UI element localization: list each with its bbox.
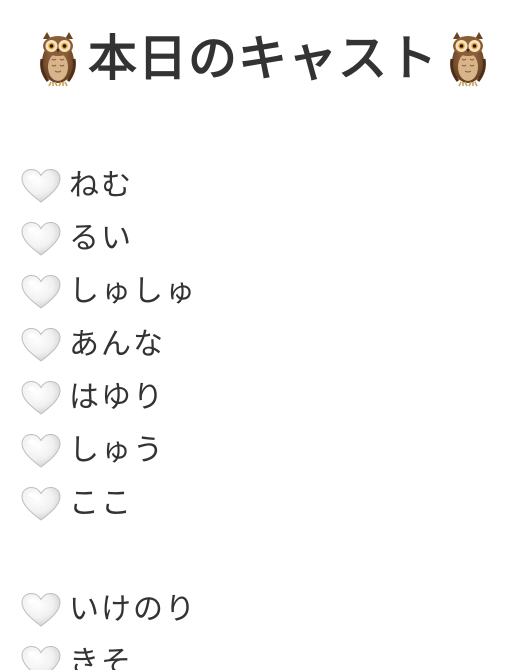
white-heart-icon: [21, 168, 61, 204]
cast-list-item: きそ: [21, 641, 133, 670]
cast-name: るい: [69, 221, 133, 256]
cast-list-item: はゆり: [21, 376, 165, 420]
cast-list-item: ねむ: [21, 164, 133, 208]
owl-icon: [448, 29, 488, 87]
cast-list-item: しゅう: [21, 429, 165, 473]
cast-name: しゅしゅ: [69, 274, 197, 309]
cast-name: しゅう: [69, 433, 165, 468]
cast-name: ねむ: [69, 168, 133, 203]
cast-list-item: いけのり: [21, 588, 197, 632]
cast-list-item: ここ: [21, 482, 133, 526]
white-heart-icon: [21, 327, 61, 363]
white-heart-icon: [21, 221, 61, 257]
cast-name: いけのり: [69, 592, 197, 627]
owl-icon: [38, 29, 78, 87]
cast-name: ここ: [69, 486, 133, 521]
white-heart-icon: [21, 274, 61, 310]
page-header: 本日のキャスト: [0, 26, 526, 90]
cast-name: はゆり: [69, 380, 165, 415]
cast-list-item: しゅしゅ: [21, 270, 197, 314]
white-heart-icon: [21, 645, 61, 670]
cast-name: あんな: [69, 327, 165, 362]
white-heart-icon: [21, 486, 61, 522]
cast-name: きそ: [69, 645, 133, 670]
cast-list-item: あんな: [21, 323, 165, 367]
page-title: 本日のキャスト: [87, 29, 438, 87]
white-heart-icon: [21, 380, 61, 416]
white-heart-icon: [21, 433, 61, 469]
cast-list-item: るい: [21, 217, 133, 261]
white-heart-icon: [21, 592, 61, 628]
